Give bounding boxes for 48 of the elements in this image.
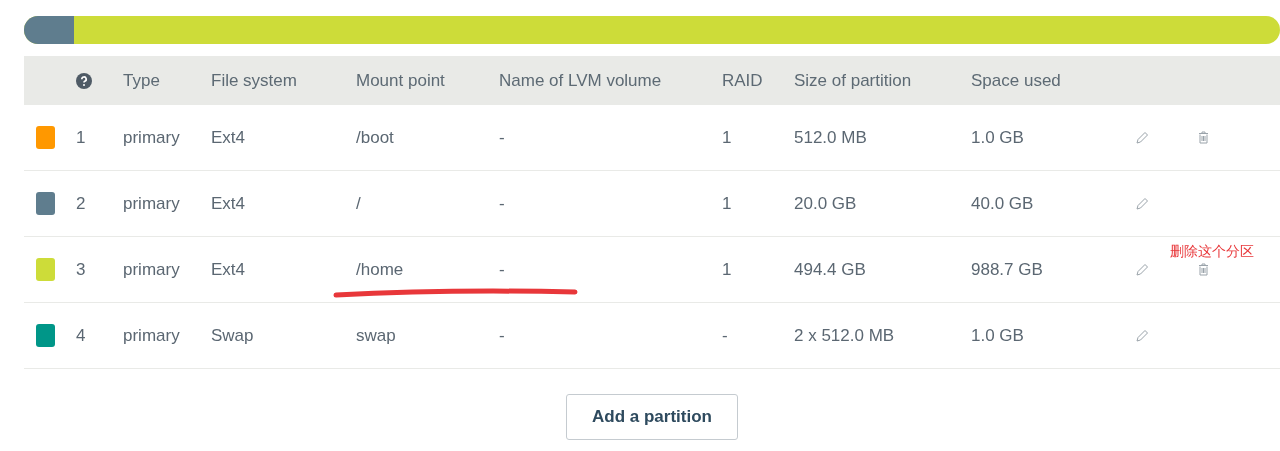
- annotation-text: 删除这个分区: [1170, 243, 1254, 261]
- column-header: Name of LVM volume: [499, 70, 662, 91]
- help-icon[interactable]: [76, 72, 92, 89]
- column-header: Size of partition: [794, 70, 912, 91]
- table-cell: -: [499, 259, 505, 280]
- column-header: RAID: [722, 70, 763, 91]
- edit-icon[interactable]: [1135, 328, 1149, 343]
- table-cell: 1: [76, 127, 86, 148]
- table-cell: swap: [356, 325, 396, 346]
- column-header: File system: [211, 70, 297, 91]
- table-cell: primary: [123, 325, 180, 346]
- edit-icon[interactable]: [1135, 130, 1149, 145]
- table-cell: 3: [76, 259, 86, 280]
- table-cell: -: [499, 193, 505, 214]
- delete-icon[interactable]: [1198, 131, 1209, 144]
- table-cell: 494.4 GB: [794, 259, 866, 280]
- table-cell: primary: [123, 259, 180, 280]
- add-partition-button[interactable]: Add a partition: [566, 394, 738, 440]
- table-cell: primary: [123, 127, 180, 148]
- table-cell: primary: [123, 193, 180, 214]
- edit-icon[interactable]: [1135, 196, 1149, 211]
- column-header: Mount point: [356, 70, 445, 91]
- table-cell: Swap: [211, 325, 254, 346]
- table-cell: 512.0 MB: [794, 127, 867, 148]
- table-cell: 1.0 GB: [971, 325, 1024, 346]
- table-cell: 988.7 GB: [971, 259, 1043, 280]
- table-cell: 1: [722, 193, 732, 214]
- table-cell: 4: [76, 325, 86, 346]
- table-cell: Ext4: [211, 259, 246, 280]
- column-header: Space used: [971, 70, 1061, 91]
- column-header: Type: [123, 70, 160, 91]
- table-cell: /home: [356, 259, 404, 280]
- table-cell: -: [722, 325, 728, 346]
- table-cell: 2 x 512.0 MB: [794, 325, 895, 346]
- table-cell: 40.0 GB: [971, 193, 1034, 214]
- table-cell: 20.0 GB: [794, 193, 857, 214]
- delete-icon[interactable]: [1198, 263, 1209, 276]
- table-cell: 2: [76, 193, 86, 214]
- table-cell: -: [499, 127, 505, 148]
- edit-icon[interactable]: [1135, 262, 1149, 277]
- table-cell: 1.0 GB: [971, 127, 1024, 148]
- table-cell: -: [499, 325, 505, 346]
- table-cell: Ext4: [211, 193, 246, 214]
- table-cell: /: [356, 193, 361, 214]
- table-cell: 1: [722, 127, 732, 148]
- table-cell: /boot: [356, 127, 394, 148]
- table-cell: Ext4: [211, 127, 246, 148]
- table-cell: 1: [722, 259, 732, 280]
